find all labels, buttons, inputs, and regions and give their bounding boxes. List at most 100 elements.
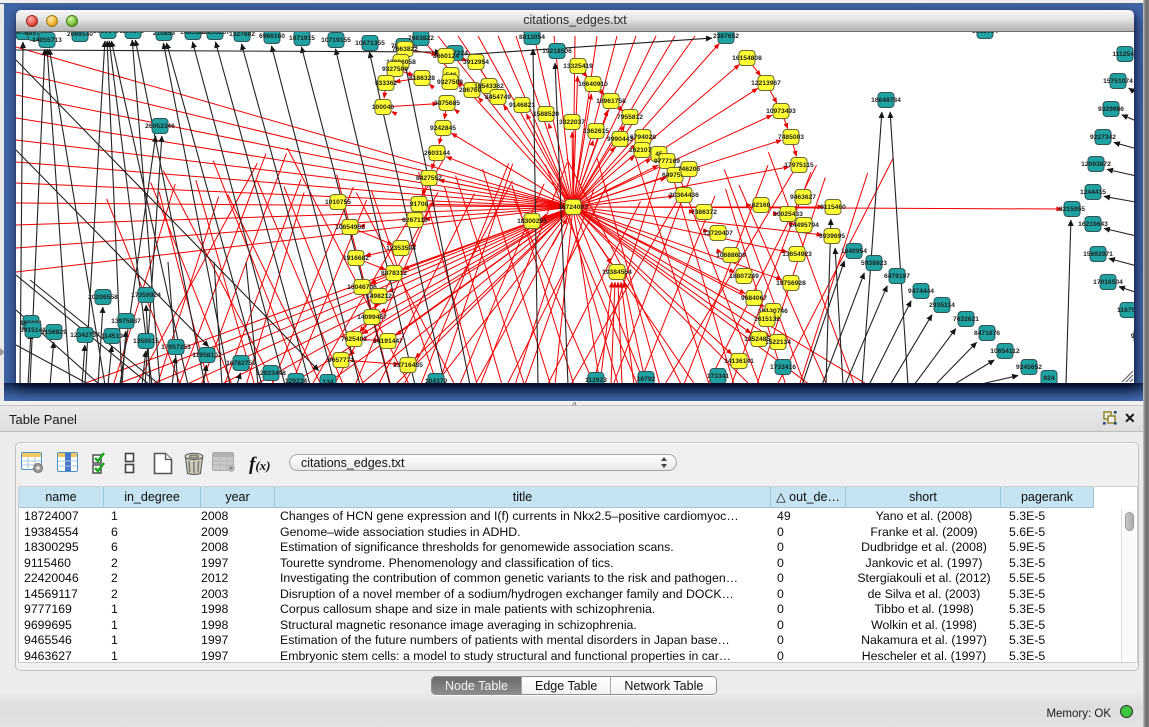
svg-text:2935114: 2935114 [929, 302, 955, 309]
svg-text:9657771: 9657771 [328, 357, 354, 364]
svg-text:13654923: 13654923 [782, 251, 812, 258]
svg-text:2069140: 2069140 [67, 32, 93, 38]
svg-text:9227342: 9227342 [1090, 134, 1116, 141]
svg-text:20364436: 20364436 [669, 192, 699, 199]
svg-text:7632621: 7632621 [953, 316, 979, 323]
svg-text:100046: 100046 [372, 104, 395, 111]
svg-text:1112544: 1112544 [1112, 51, 1134, 58]
svg-text:114519: 114519 [101, 333, 123, 340]
svg-text:6479197: 6479197 [884, 273, 910, 280]
svg-text:104379: 104379 [425, 378, 448, 383]
svg-text:1010755: 1010755 [325, 199, 351, 206]
svg-text:26053346: 26053346 [145, 123, 175, 130]
svg-text:10671355: 10671355 [355, 40, 385, 47]
svg-text:9242845: 9242845 [430, 125, 456, 132]
svg-text:16792: 16792 [637, 376, 656, 383]
svg-text:9684067: 9684067 [741, 295, 767, 302]
svg-text:13716485: 13716485 [393, 362, 423, 369]
svg-text:20691406: 20691406 [93, 32, 123, 35]
svg-text:129234: 129234 [285, 378, 308, 383]
svg-text:9245652: 9245652 [1016, 364, 1042, 371]
svg-text:14136141: 14136141 [724, 358, 754, 365]
svg-text:1350515: 1350515 [133, 338, 159, 345]
svg-text:17359924: 17359924 [131, 292, 161, 299]
svg-text:13325419: 13325419 [563, 63, 593, 70]
svg-text:13720407: 13720407 [703, 230, 733, 237]
svg-text:62160: 62160 [752, 202, 771, 209]
svg-text:1156829: 1156829 [41, 329, 67, 336]
svg-text:18300295: 18300295 [517, 218, 547, 225]
svg-text:10853267: 10853267 [200, 32, 230, 36]
svg-text:9146821: 9146821 [509, 102, 535, 109]
svg-text:134: 134 [322, 379, 333, 383]
svg-text:8186328: 8186328 [409, 75, 435, 82]
svg-text:5938923: 5938923 [861, 260, 887, 267]
svg-text:173341: 173341 [707, 373, 730, 380]
svg-text:1588520: 1588520 [533, 111, 559, 118]
svg-text:14099487: 14099487 [357, 314, 387, 321]
svg-text:8471676: 8471676 [974, 330, 1000, 337]
svg-text:18807249: 18807249 [729, 273, 759, 280]
svg-text:7663822: 7663822 [392, 46, 418, 53]
svg-text:8427552: 8427552 [416, 175, 442, 182]
svg-text:1522134: 1522134 [765, 339, 791, 346]
svg-text:3912954: 3912954 [463, 59, 489, 66]
svg-text:10688609: 10688609 [716, 252, 746, 259]
svg-text:1362615: 1362615 [583, 128, 609, 135]
svg-text:16782759: 16782759 [226, 360, 256, 367]
svg-text:91700: 91700 [410, 201, 429, 208]
svg-text:7663822: 7663822 [408, 35, 434, 42]
svg-text:12353594: 12353594 [386, 245, 416, 252]
svg-text:15751074: 15751074 [1103, 78, 1133, 85]
svg-text:9327509: 9327509 [382, 66, 408, 73]
svg-text:9463627: 9463627 [790, 194, 816, 201]
svg-text:2603144: 2603144 [424, 150, 450, 157]
svg-text:14191447: 14191447 [373, 338, 403, 345]
svg-text:11958107: 11958107 [192, 352, 222, 359]
svg-text:20206558: 20206558 [88, 294, 118, 301]
svg-text:8454749: 8454749 [485, 94, 511, 101]
svg-text:8813054: 8813054 [519, 34, 545, 41]
svg-text:7485003: 7485003 [778, 134, 804, 141]
svg-text:9474444: 9474444 [908, 288, 934, 295]
svg-text:1615132: 1615132 [754, 316, 780, 323]
svg-text:1916682: 1916682 [343, 255, 369, 262]
svg-text:7386372: 7386372 [691, 209, 717, 216]
svg-text:7955812: 7955812 [617, 114, 643, 121]
svg-text:9115460: 9115460 [820, 204, 846, 211]
svg-text:924565: 924565 [1131, 333, 1134, 340]
svg-text:6794028: 6794028 [630, 134, 656, 141]
svg-text:8878312: 8878312 [381, 270, 407, 277]
svg-text:6966160: 6966160 [259, 33, 285, 40]
svg-text:17957253: 17957253 [161, 344, 191, 351]
svg-text:746206: 746206 [678, 166, 701, 173]
svg-text:10654112: 10654112 [990, 348, 1020, 355]
svg-text:8215955: 8215955 [1059, 206, 1085, 213]
svg-text:3875685: 3875685 [434, 100, 460, 107]
svg-text:14055713: 14055713 [32, 37, 62, 44]
svg-text:7625402: 7625402 [341, 336, 367, 343]
svg-text:1071915: 1071915 [289, 35, 315, 42]
svg-text:12923448: 12923448 [256, 370, 286, 377]
svg-text:933362: 933362 [375, 80, 398, 87]
svg-text:2387652: 2387652 [713, 33, 739, 40]
svg-text:16210643: 16210643 [1078, 221, 1108, 228]
svg-text:9329986: 9329986 [1098, 106, 1124, 113]
svg-text:8813054: 8813054 [972, 32, 998, 35]
svg-text:1244415: 1244415 [1080, 189, 1106, 196]
svg-text:12342737: 12342737 [70, 332, 100, 339]
svg-text:8267110: 8267110 [402, 217, 428, 224]
svg-text:9327508: 9327508 [437, 79, 463, 86]
svg-text:14495794: 14495794 [789, 222, 819, 229]
svg-text:19384554: 19384554 [602, 269, 632, 276]
svg-text:10973493: 10973493 [766, 108, 796, 115]
svg-text:116753: 116753 [1117, 307, 1134, 314]
svg-text:10719155: 10719155 [321, 37, 351, 44]
svg-text:16648784: 16648784 [871, 97, 901, 104]
svg-text:924: 924 [1043, 375, 1054, 382]
svg-text:160373: 160373 [122, 32, 145, 35]
svg-text:16154808: 16154808 [732, 55, 762, 62]
svg-text:1327602: 1327602 [229, 32, 255, 38]
svg-text:16640910: 16640910 [578, 81, 608, 88]
svg-text:19756928: 19756928 [776, 280, 806, 287]
